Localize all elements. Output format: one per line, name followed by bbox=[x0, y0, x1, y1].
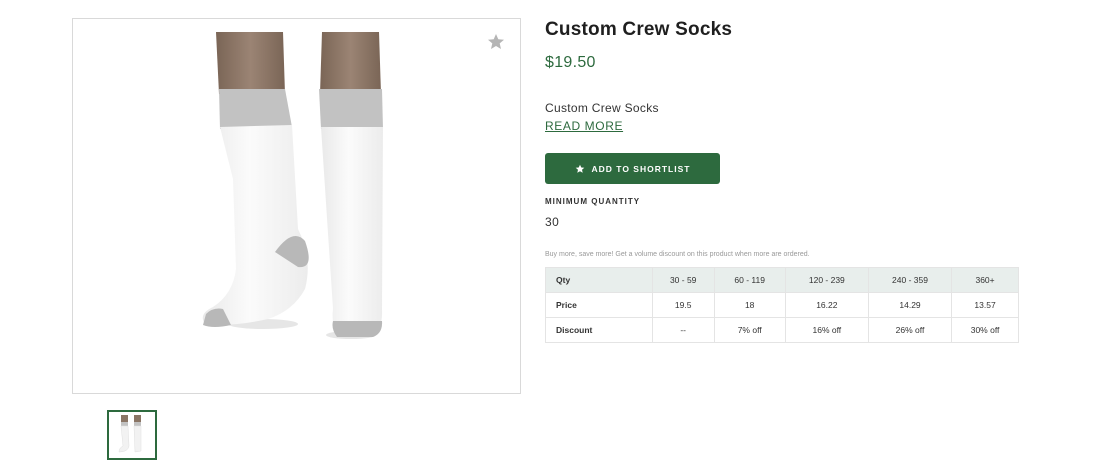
minimum-quantity-value: 30 bbox=[545, 215, 560, 229]
table-cell: 30% off bbox=[951, 317, 1019, 343]
table-cell: -- bbox=[651, 317, 715, 343]
minimum-quantity-label: MINIMUM QUANTITY bbox=[545, 197, 641, 206]
product-title: Custom Crew Socks bbox=[545, 19, 733, 40]
table-header-row: Qty 30 - 59 60 - 119 120 - 239 240 - 359… bbox=[545, 267, 1019, 293]
table-header-cell: 240 - 359 bbox=[867, 267, 953, 293]
table-cell: Price bbox=[545, 292, 653, 318]
table-header-cell: 120 - 239 bbox=[784, 267, 869, 293]
table-cell: 16.22 bbox=[784, 292, 869, 318]
table-row-discount: Discount -- 7% off 16% off 26% off 30% o… bbox=[545, 317, 1019, 343]
add-to-shortlist-button[interactable]: ADD TO SHORTLIST bbox=[545, 153, 720, 184]
table-cell: 18 bbox=[713, 292, 786, 318]
table-cell: Discount bbox=[545, 317, 653, 343]
product-description: Custom Crew Socks bbox=[545, 101, 659, 115]
favorite-star-icon[interactable] bbox=[486, 32, 506, 52]
table-header-cell: Qty bbox=[545, 267, 653, 293]
product-image-gallery bbox=[72, 18, 521, 394]
table-cell: 14.29 bbox=[867, 292, 953, 318]
crew-socks-thumbnail-icon bbox=[118, 415, 142, 453]
table-cell: 7% off bbox=[713, 317, 786, 343]
bulk-discount-note: Buy more, save more! Get a volume discou… bbox=[545, 251, 810, 258]
table-cell: 16% off bbox=[784, 317, 869, 343]
product-thumbnail[interactable] bbox=[107, 410, 157, 460]
star-icon bbox=[575, 164, 584, 173]
table-header-cell: 60 - 119 bbox=[713, 267, 786, 293]
table-cell: 13.57 bbox=[951, 292, 1019, 318]
product-price: $19.50 bbox=[545, 54, 596, 71]
table-header-cell: 30 - 59 bbox=[651, 267, 715, 293]
table-cell: 19.5 bbox=[651, 292, 715, 318]
table-cell: 26% off bbox=[867, 317, 953, 343]
table-row-price: Price 19.5 18 16.22 14.29 13.57 bbox=[545, 292, 1019, 318]
crew-socks-image bbox=[202, 32, 383, 339]
table-header-cell: 360+ bbox=[951, 267, 1019, 293]
bulk-pricing-table: Qty 30 - 59 60 - 119 120 - 239 240 - 359… bbox=[545, 267, 1019, 343]
read-more-link[interactable]: READ MORE bbox=[545, 119, 623, 133]
add-to-shortlist-label: ADD TO SHORTLIST bbox=[591, 163, 691, 174]
